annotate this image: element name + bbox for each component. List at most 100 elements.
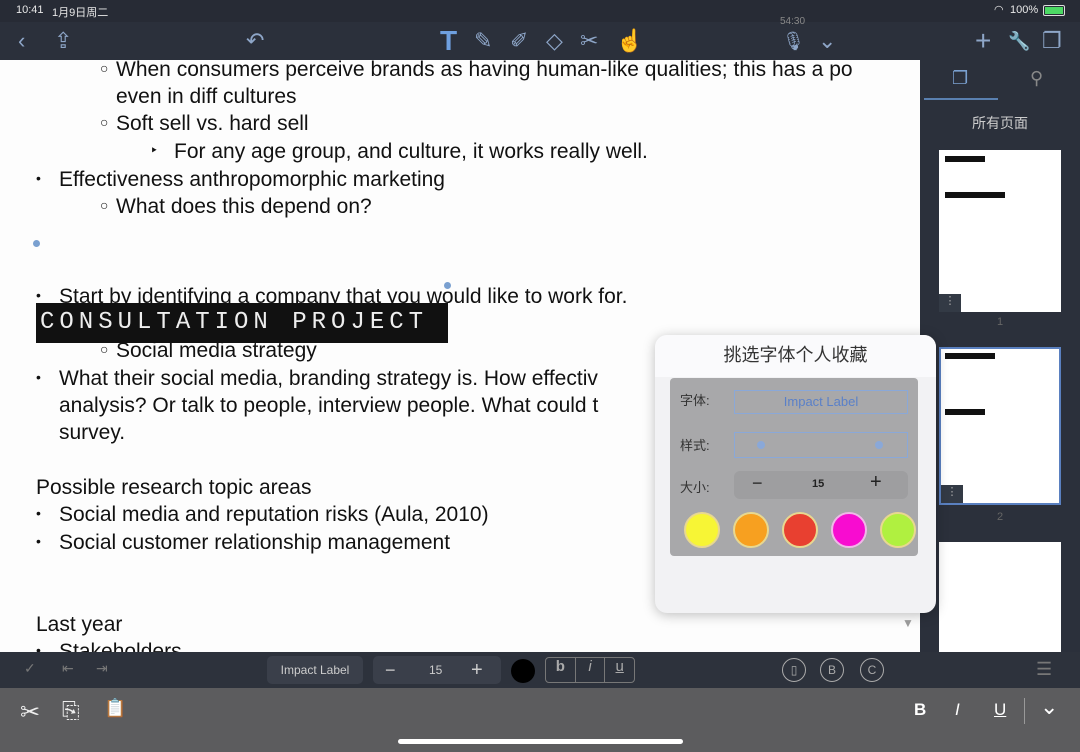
- style-label: 样式:: [680, 438, 710, 453]
- size-stepper: − 15 +: [734, 471, 908, 499]
- font-name-button[interactable]: Impact Label: [267, 656, 363, 684]
- wifi-icon: ◠: [994, 4, 1004, 16]
- paste-button[interactable]: 📋: [104, 698, 126, 719]
- favorite-b-button[interactable]: B: [820, 658, 844, 682]
- size-value: 15: [429, 663, 443, 677]
- bullet-icon: •: [36, 642, 41, 652]
- document-line: Social customer relationship management: [59, 531, 451, 554]
- keyboard-shortcut-bar: ✂ ⎘ 📋 B I U ⌄: [0, 688, 1080, 752]
- undo-button[interactable]: ↶: [246, 26, 264, 56]
- bullet-icon: •: [36, 287, 41, 303]
- bold-toggle[interactable]: b: [546, 658, 576, 682]
- scissors-tool-button[interactable]: ✂: [580, 26, 598, 56]
- pen-tool-button[interactable]: ✎: [474, 26, 492, 56]
- page-menu-button[interactable]: ⋮: [939, 294, 961, 312]
- tab-pages[interactable]: ❐: [952, 68, 968, 89]
- bullet-icon: ‣: [150, 142, 159, 158]
- italic-button[interactable]: I: [955, 700, 960, 720]
- dropdown-triangle-icon: ▼: [902, 616, 914, 630]
- bullet-icon: •: [36, 505, 41, 521]
- selection-handle-start[interactable]: [33, 240, 40, 247]
- color-swatch-magenta[interactable]: [831, 512, 867, 548]
- heading-text-box[interactable]: CONSULTATION PROJECT: [36, 303, 448, 343]
- home-indicator: [398, 739, 683, 744]
- hide-keyboard-button[interactable]: ⌄: [1040, 694, 1058, 720]
- size-value: 15: [812, 478, 825, 490]
- wrench-button[interactable]: 🔧: [1008, 26, 1030, 56]
- pages-button[interactable]: ❐: [1042, 26, 1062, 56]
- check-button[interactable]: ✓: [24, 660, 36, 677]
- document-line: analysis? Or talk to people, interview p…: [59, 394, 599, 417]
- chevron-down-icon[interactable]: ⌄: [818, 26, 836, 56]
- page-menu-button[interactable]: ⋮: [941, 485, 963, 503]
- selection-handle-end[interactable]: [444, 282, 451, 289]
- battery-icon: [1043, 5, 1065, 16]
- bullet-icon: ○: [100, 114, 109, 130]
- style-slider[interactable]: [734, 432, 908, 458]
- outdent-button[interactable]: ⇤: [62, 660, 74, 677]
- add-button[interactable]: +: [975, 26, 991, 56]
- font-settings-panel: 字体: Impact Label 样式: 大小: − 15 +: [670, 378, 918, 556]
- font-select[interactable]: Impact Label: [734, 390, 908, 414]
- bullet-icon: •: [36, 170, 41, 186]
- status-bar: 10:41 1月9日周二 ◠ 100%: [0, 0, 1080, 22]
- popover-title: 挑选字体个人收藏: [655, 335, 936, 377]
- italic-toggle[interactable]: i: [576, 658, 606, 682]
- color-swatch-orange[interactable]: [733, 512, 769, 548]
- favorite-c-button[interactable]: C: [860, 658, 884, 682]
- battery-percent: 100%: [1010, 4, 1039, 16]
- status-time: 10:41: [16, 4, 44, 16]
- highlighter-tool-button[interactable]: ✐: [510, 26, 528, 56]
- document-line: Last year: [36, 613, 123, 636]
- page-thumbnail-1[interactable]: ⋮: [939, 150, 1061, 312]
- document-line: Soft sell vs. hard sell: [116, 112, 309, 135]
- favorite-a-button[interactable]: ▯: [782, 658, 806, 682]
- document-line: survey.: [59, 421, 126, 444]
- font-size-stepper: − 15 +: [373, 656, 501, 684]
- document-line: What their social media, branding strate…: [59, 367, 598, 390]
- format-bar: ✓ ⇤ ⇥ Impact Label − 15 + b i u ▯ B C ☰: [0, 652, 1080, 688]
- page-thumbnail-3[interactable]: [939, 542, 1061, 652]
- page-number: 1: [996, 316, 1004, 328]
- list-icon[interactable]: ☰: [1036, 659, 1052, 680]
- text-tool-button[interactable]: T: [440, 26, 457, 56]
- document-line: When consumers perceive brands as having…: [116, 60, 853, 81]
- microphone-button[interactable]: 🎙: [782, 26, 805, 56]
- underline-toggle[interactable]: u: [605, 658, 634, 682]
- document-line: Effectiveness anthropomorphic marketing: [59, 168, 445, 191]
- eraser-tool-button[interactable]: ◇: [546, 26, 563, 56]
- color-swatch-red[interactable]: [782, 512, 818, 548]
- bullet-icon: ○: [100, 197, 109, 213]
- document-line: even in diff cultures: [116, 85, 297, 108]
- underline-button[interactable]: U: [994, 700, 1006, 720]
- share-button[interactable]: ⇪: [54, 26, 72, 56]
- status-date: 1月9日周二: [52, 7, 109, 19]
- indent-button[interactable]: ⇥: [96, 660, 108, 677]
- document-line: What does this depend on?: [116, 195, 372, 218]
- font-favorites-popover: 挑选字体个人收藏 字体: Impact Label 样式: 大小: − 15 +: [655, 335, 936, 613]
- copy-button[interactable]: ⎘: [62, 698, 80, 724]
- document-line: Stakeholders: [59, 640, 182, 652]
- color-swatch-yellow[interactable]: [684, 512, 720, 548]
- size-increase-button[interactable]: +: [471, 656, 483, 684]
- size-increase-button[interactable]: +: [870, 471, 882, 494]
- tab-indicator: [924, 98, 998, 100]
- document-line: For any age group, and culture, it works…: [174, 140, 648, 163]
- hand-tool-button[interactable]: ☝: [616, 26, 643, 56]
- bullet-icon: •: [36, 369, 41, 385]
- pages-sidebar: ❐ ⚲ 所有页面 ⋮ 1 ⋮ 2: [920, 60, 1080, 652]
- style-toggle-group: b i u: [545, 657, 635, 683]
- cut-button[interactable]: ✂: [20, 698, 40, 727]
- size-decrease-button[interactable]: −: [752, 473, 763, 494]
- page-thumbnail-2[interactable]: ⋮: [939, 347, 1061, 505]
- bullet-icon: ○: [100, 341, 109, 357]
- back-button[interactable]: ‹: [18, 26, 25, 56]
- page-number: 2: [996, 511, 1004, 523]
- bold-button[interactable]: B: [914, 700, 926, 720]
- sidebar-title: 所有页面: [972, 115, 1028, 131]
- document-line: Social media and reputation risks (Aula,…: [59, 503, 489, 526]
- text-color-button[interactable]: [511, 659, 535, 683]
- size-decrease-button[interactable]: −: [385, 656, 396, 684]
- color-swatch-lime[interactable]: [880, 512, 916, 548]
- tab-search[interactable]: ⚲: [1030, 68, 1043, 89]
